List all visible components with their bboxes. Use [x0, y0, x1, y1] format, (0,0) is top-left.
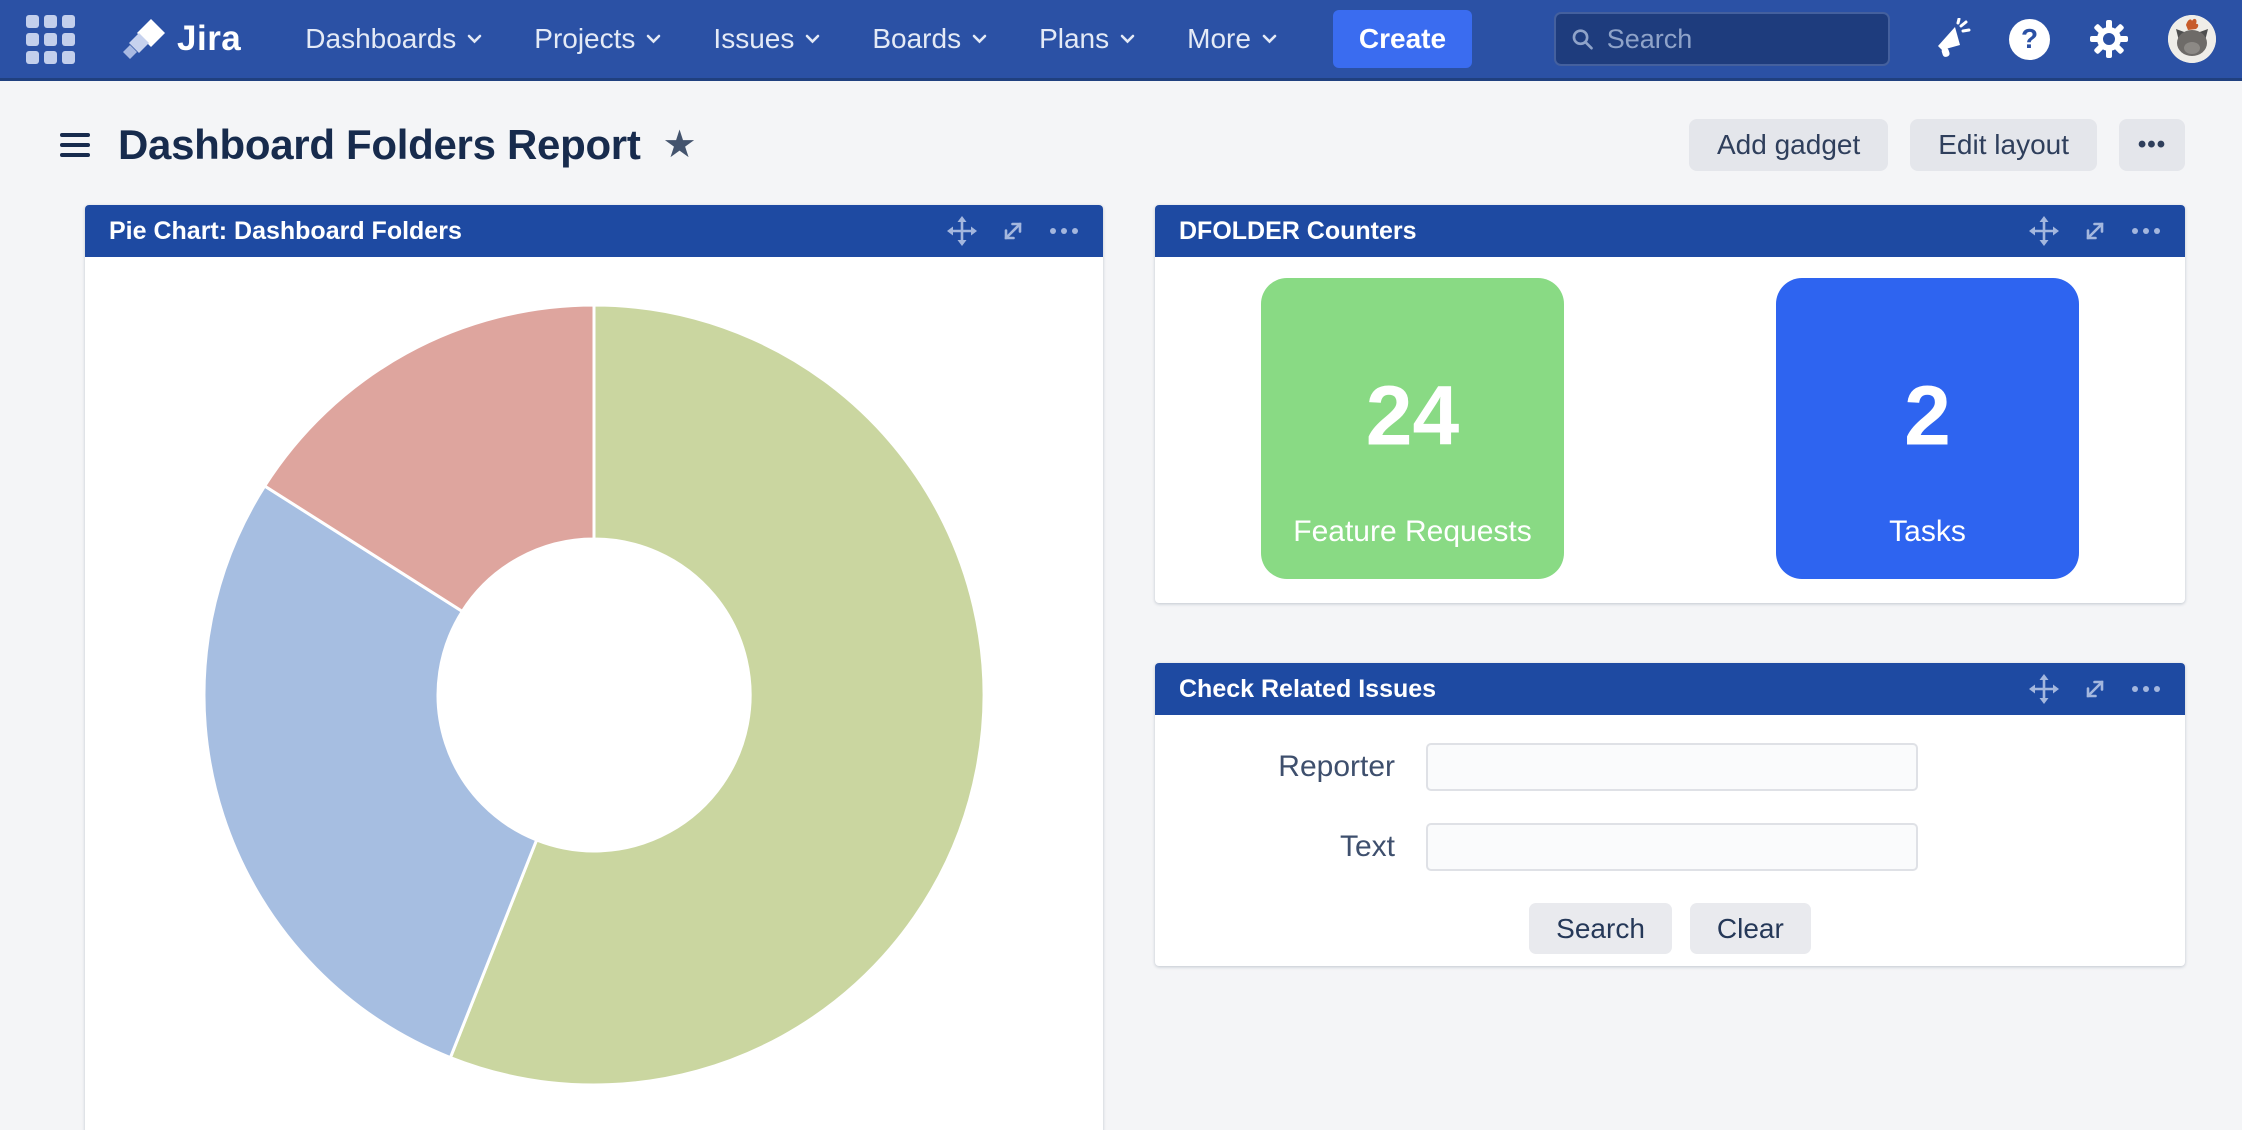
counter-value: 2 — [1904, 368, 1951, 465]
menu-issues[interactable]: Issues — [713, 23, 820, 55]
gadget-controls — [2029, 216, 2161, 246]
reporter-input[interactable] — [1426, 743, 1918, 791]
chevron-down-icon — [805, 34, 820, 44]
ellipsis-icon — [2131, 684, 2161, 694]
expand-icon — [2081, 675, 2109, 703]
move-gadget-handle[interactable] — [2029, 216, 2059, 246]
gadget-title: Check Related Issues — [1179, 675, 1436, 704]
gadget-header: Pie Chart: Dashboard Folders — [85, 205, 1103, 257]
menu-plans[interactable]: Plans — [1039, 23, 1135, 55]
settings-button[interactable] — [2088, 18, 2130, 60]
edit-layout-button[interactable]: Edit layout — [1910, 119, 2097, 171]
move-icon — [2029, 674, 2059, 704]
top-navbar: Jira Dashboards Projects Issues Boards P… — [0, 0, 2242, 81]
menu-more[interactable]: More — [1187, 23, 1277, 55]
form-row-text: Text — [1155, 823, 2185, 871]
expand-gadget-button[interactable] — [999, 217, 1027, 245]
chevron-down-icon — [467, 34, 482, 44]
expand-icon — [2081, 217, 2109, 245]
page-header: Dashboard Folders Report ★ Add gadget Ed… — [0, 81, 2242, 201]
gadget-title: DFOLDER Counters — [1179, 217, 1417, 246]
more-options-button[interactable]: ••• — [2119, 119, 2185, 171]
expand-gadget-button[interactable] — [2081, 675, 2109, 703]
text-input[interactable] — [1426, 823, 1918, 871]
counters-gadget: DFOLDER Counters — [1155, 205, 2185, 603]
check-related-issues-gadget: Check Related Issues — [1155, 663, 2185, 966]
app-switcher-icon[interactable] — [26, 15, 75, 64]
text-label: Text — [1155, 830, 1395, 864]
counter-tile-feature-requests[interactable]: 24 Feature Requests — [1261, 278, 1564, 579]
donut-chart — [199, 300, 989, 1090]
search-input[interactable] — [1607, 24, 1874, 55]
logo-text: Jira — [177, 19, 241, 59]
avatar — [2168, 15, 2216, 63]
counters-body: 24 Feature Requests 2 Tasks — [1155, 257, 2185, 603]
gadget-controls — [2029, 674, 2161, 704]
clear-button[interactable]: Clear — [1690, 903, 1811, 954]
chevron-down-icon — [646, 34, 661, 44]
announcements-button[interactable] — [1929, 18, 1971, 60]
move-gadget-handle[interactable] — [2029, 674, 2059, 704]
ellipsis-icon — [1049, 226, 1079, 236]
form-row-reporter: Reporter — [1155, 743, 2185, 791]
dashboard-menu-icon[interactable] — [60, 133, 90, 157]
gadget-header: DFOLDER Counters — [1155, 205, 2185, 257]
help-icon: ? — [2009, 19, 2050, 60]
help-button[interactable]: ? — [2009, 19, 2050, 60]
navbar-right: ? — [1929, 15, 2216, 63]
gear-icon — [2088, 18, 2130, 60]
counter-label: Tasks — [1776, 515, 2079, 549]
gadget-header: Check Related Issues — [1155, 663, 2185, 715]
menu-boards[interactable]: Boards — [872, 23, 987, 55]
move-icon — [2029, 216, 2059, 246]
favorite-star-icon[interactable]: ★ — [663, 126, 697, 164]
ellipsis-icon — [2131, 226, 2161, 236]
add-gadget-button[interactable]: Add gadget — [1689, 119, 1888, 171]
jira-logo[interactable]: Jira — [121, 16, 241, 62]
jira-logo-icon — [121, 16, 167, 62]
menu-dashboards[interactable]: Dashboards — [305, 23, 482, 55]
pie-chart-gadget: Pie Chart: Dashboard Folders — [85, 205, 1103, 1130]
megaphone-icon — [1929, 18, 1971, 60]
page-title: Dashboard Folders Report — [118, 121, 641, 169]
main-menu: Dashboards Projects Issues Boards Plans … — [305, 23, 1277, 55]
counter-tile-tasks[interactable]: 2 Tasks — [1776, 278, 2079, 579]
chevron-down-icon — [1262, 34, 1277, 44]
move-gadget-handle[interactable] — [947, 216, 977, 246]
menu-projects[interactable]: Projects — [534, 23, 661, 55]
chevron-down-icon — [1120, 34, 1135, 44]
chevron-down-icon — [972, 34, 987, 44]
expand-icon — [999, 217, 1027, 245]
reporter-label: Reporter — [1155, 750, 1395, 784]
right-column: DFOLDER Counters — [1155, 205, 2185, 966]
gadget-menu-button[interactable] — [2131, 684, 2161, 694]
move-icon — [947, 216, 977, 246]
header-actions: Add gadget Edit layout ••• — [1689, 119, 2185, 171]
related-issues-form: Reporter Text Search Clear — [1155, 715, 2185, 966]
counter-label: Feature Requests — [1261, 515, 1564, 549]
gadget-title: Pie Chart: Dashboard Folders — [109, 217, 462, 246]
search-icon — [1570, 25, 1595, 53]
counter-value: 24 — [1366, 368, 1459, 465]
pie-chart-body — [85, 257, 1103, 1090]
gadget-menu-button[interactable] — [2131, 226, 2161, 236]
dashboard-content: Pie Chart: Dashboard Folders — [0, 201, 2242, 1130]
form-buttons: Search Clear — [1155, 903, 2185, 954]
create-button[interactable]: Create — [1333, 10, 1472, 68]
expand-gadget-button[interactable] — [2081, 217, 2109, 245]
gadget-menu-button[interactable] — [1049, 226, 1079, 236]
global-search[interactable] — [1554, 12, 1890, 66]
search-button[interactable]: Search — [1529, 903, 1672, 954]
profile-button[interactable] — [2168, 15, 2216, 63]
gadget-controls — [947, 216, 1079, 246]
